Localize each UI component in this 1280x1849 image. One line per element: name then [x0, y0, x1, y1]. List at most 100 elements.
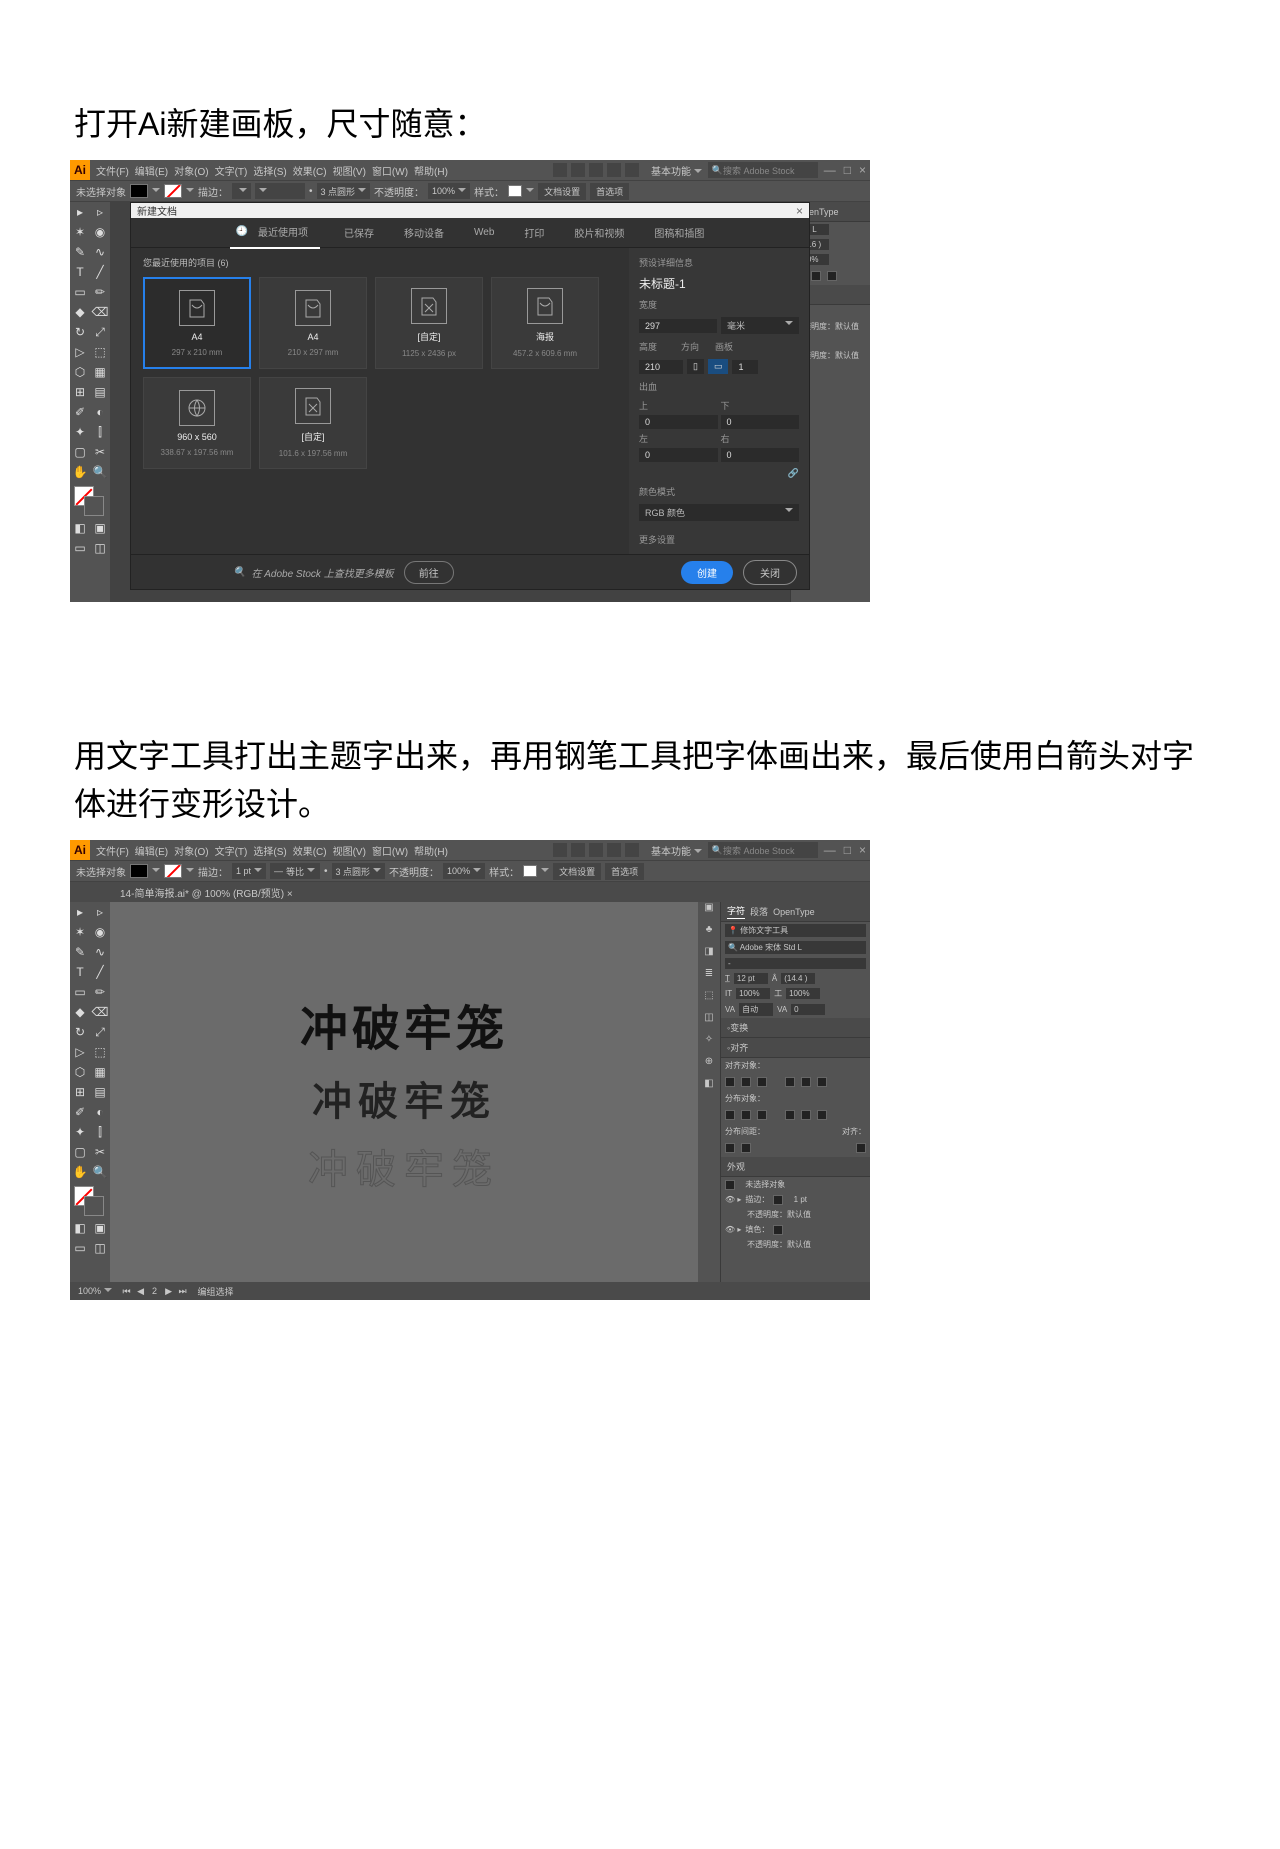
zoom-tool-icon[interactable]: 🔍: [90, 462, 110, 482]
stroke-swatch[interactable]: [164, 864, 182, 878]
tab-saved[interactable]: 已保存: [338, 221, 380, 244]
fill-swatch[interactable]: [130, 864, 148, 878]
workspace-switcher[interactable]: 基本功能: [645, 161, 708, 180]
type-tool-icon[interactable]: T: [70, 262, 90, 282]
curvature-tool-icon[interactable]: ∿: [90, 242, 110, 262]
stroke-weight-dropdown[interactable]: 1 pt: [232, 863, 266, 879]
fill-swatch[interactable]: [130, 184, 148, 198]
align-r-icon[interactable]: [757, 1077, 767, 1087]
stock-search[interactable]: 🔍 在 Adobe Stock 上查找更多模板: [233, 565, 394, 580]
bleed-bottom-input[interactable]: 0: [721, 415, 800, 429]
color-mode-dropdown[interactable]: RGB 颜色: [639, 504, 799, 521]
lasso-tool-icon[interactable]: ◉: [90, 222, 110, 242]
gpu-icon[interactable]: [607, 163, 621, 177]
font-size-input[interactable]: 12 pt: [734, 973, 768, 984]
width-tool-icon[interactable]: ▷: [70, 342, 90, 362]
font-variant-dropdown[interactable]: -: [725, 958, 866, 969]
perspective-tool-icon[interactable]: ▦: [90, 362, 110, 382]
doc-setup-button[interactable]: 文档设置: [538, 183, 586, 200]
dist-l-icon[interactable]: [785, 1110, 795, 1120]
dist-ch-icon[interactable]: [801, 1110, 811, 1120]
menu-select[interactable]: 选择(S): [253, 163, 286, 178]
vscale-input[interactable]: 100%: [736, 988, 770, 999]
menu-window[interactable]: 窗口(W): [372, 843, 408, 858]
style-swatch[interactable]: [523, 865, 537, 877]
window-restore-icon[interactable]: □: [844, 843, 851, 857]
kerning-input[interactable]: 自动: [739, 1003, 773, 1016]
layout-icon[interactable]: [553, 163, 567, 177]
menu-object[interactable]: 对象(O): [174, 843, 208, 858]
bleed-right-input[interactable]: 0: [721, 448, 800, 462]
preset-card[interactable]: A4 210 x 297 mm: [259, 277, 367, 369]
scale-tool-icon[interactable]: ⤢: [90, 1022, 110, 1042]
stroke-profile-dropdown[interactable]: — 等比: [270, 863, 320, 879]
font-family-dropdown[interactable]: 🔍 Adobe 宋体 Std L: [725, 941, 866, 954]
window-close-icon[interactable]: ×: [859, 163, 866, 177]
menu-view[interactable]: 视图(V): [333, 843, 366, 858]
lasso-tool-icon[interactable]: ◉: [90, 922, 110, 942]
menu-type[interactable]: 文字(T): [215, 163, 248, 178]
slice-tool-icon[interactable]: ✂: [90, 442, 110, 462]
panel-icon[interactable]: ◨: [698, 946, 720, 968]
dist-r-icon[interactable]: [817, 1110, 827, 1120]
align-center-icon[interactable]: [811, 271, 821, 281]
edit-mode-icon[interactable]: ◫: [90, 538, 110, 558]
preset-name-input[interactable]: 未标题-1: [639, 275, 799, 292]
align-t-icon[interactable]: [785, 1077, 795, 1087]
preset-card[interactable]: 960 x 560 338.67 x 197.56 mm: [143, 377, 251, 469]
tab-film[interactable]: 胶片和视频: [568, 221, 630, 244]
width-input[interactable]: 297: [639, 319, 717, 333]
scale-tool-icon[interactable]: ⤢: [90, 322, 110, 342]
artboard-tool-icon[interactable]: ▢: [70, 1142, 90, 1162]
blend-tool-icon[interactable]: ◐: [90, 402, 110, 422]
preset-card[interactable]: [自定] 101.6 x 197.56 mm: [259, 377, 367, 469]
mesh-tool-icon[interactable]: ⊞: [70, 382, 90, 402]
window-close-icon[interactable]: ×: [859, 843, 866, 857]
direct-select-tool-icon[interactable]: ▹: [90, 902, 110, 922]
menu-help[interactable]: 帮助(H): [414, 163, 448, 178]
symbol-tool-icon[interactable]: ✦: [70, 422, 90, 442]
menu-view[interactable]: 视图(V): [333, 163, 366, 178]
panel-icon[interactable]: ≣: [698, 968, 720, 990]
artboard-tool-icon[interactable]: ▢: [70, 442, 90, 462]
menu-type[interactable]: 文字(T): [215, 843, 248, 858]
color-mode-icon[interactable]: ◧: [70, 1218, 90, 1238]
arrange-icon[interactable]: [589, 843, 603, 857]
menu-file[interactable]: 文件(F): [96, 843, 129, 858]
window-min-icon[interactable]: —: [824, 843, 836, 857]
shaper-tool-icon[interactable]: ◆: [70, 302, 90, 322]
menu-effect[interactable]: 效果(C): [293, 163, 327, 178]
draw-mode-icon[interactable]: ▣: [90, 518, 110, 538]
tab-mobile[interactable]: 移动设备: [398, 221, 450, 244]
draw-mode-icon[interactable]: ▣: [90, 1218, 110, 1238]
appear-stroke-swatch[interactable]: [773, 1195, 783, 1205]
align-l-icon[interactable]: [725, 1077, 735, 1087]
stroke-weight-dropdown[interactable]: [232, 183, 251, 199]
menu-file[interactable]: 文件(F): [96, 163, 129, 178]
tab-print[interactable]: 打印: [518, 221, 550, 244]
layout-icon[interactable]: [553, 843, 567, 857]
leading-input[interactable]: (14.4 ): [781, 973, 815, 984]
cloud-icon[interactable]: [625, 843, 639, 857]
dist-b-icon[interactable]: [757, 1110, 767, 1120]
dialog-close-icon[interactable]: ×: [796, 204, 803, 218]
nav-first-icon[interactable]: ⏮: [122, 1286, 132, 1297]
nav-prev-icon[interactable]: ◀: [136, 1286, 146, 1297]
eyedropper-tool-icon[interactable]: ✐: [70, 1102, 90, 1122]
zoom-dropdown[interactable]: 100%: [78, 1286, 112, 1296]
align-to-dropdown[interactable]: [856, 1143, 866, 1153]
free-transform-tool-icon[interactable]: ⬚: [90, 1042, 110, 1062]
appear-stroke-opacity[interactable]: 不透明度：默认值: [721, 1207, 870, 1222]
gradient-tool-icon[interactable]: ▤: [90, 1082, 110, 1102]
link-bleed-icon[interactable]: 🔗: [639, 468, 799, 479]
touch-type-button[interactable]: 📍 修饰文字工具: [725, 924, 866, 937]
panel-icon[interactable]: ⬚: [698, 990, 720, 1012]
prefs-button[interactable]: 首选项: [605, 863, 644, 880]
brush-dropdown[interactable]: 3 点圆形: [317, 183, 371, 199]
magic-wand-tool-icon[interactable]: ✶: [70, 922, 90, 942]
appear-fill-opacity[interactable]: 不透明度：默认值: [721, 1237, 870, 1252]
blend-tool-icon[interactable]: ◐: [90, 1102, 110, 1122]
panel-icon[interactable]: ▣: [698, 902, 720, 924]
eraser-tool-icon[interactable]: ⌫: [90, 1002, 110, 1022]
menu-edit[interactable]: 编辑(E): [135, 163, 168, 178]
